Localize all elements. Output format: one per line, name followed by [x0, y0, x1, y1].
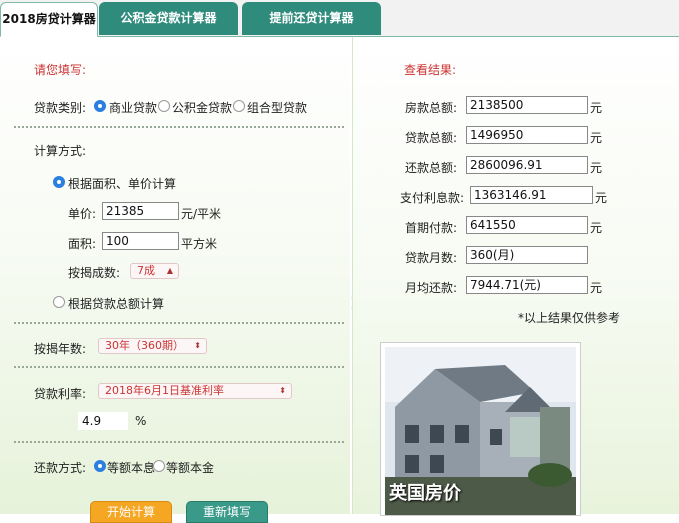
repay-label: 还款方式: — [34, 461, 87, 475]
result-unit: 元 — [590, 281, 603, 295]
result-repay-total: 2860096.91 — [466, 156, 588, 174]
tab-bar: 2018房贷计算器 公积金贷款计算器 提前还贷计算器 — [0, 0, 679, 37]
rate-label: 贷款利率: — [34, 387, 87, 401]
unit-price-input[interactable]: 21385 — [102, 202, 179, 220]
loan-type-combined-label[interactable]: 组合型贷款 — [247, 99, 307, 116]
divider — [14, 126, 344, 128]
rate-number-input[interactable]: 4.9 — [78, 412, 128, 430]
years-select[interactable]: 30年（360期） ⬍ — [98, 338, 207, 354]
method-area-radio[interactable] — [53, 176, 65, 188]
divider — [14, 366, 344, 368]
area-unit: 平方米 — [181, 237, 218, 251]
divider — [14, 322, 344, 324]
result-monthly-payment: 7944.71(元) — [466, 276, 588, 294]
result-label-loan-total: 贷款总额: — [405, 131, 458, 145]
rate-select-value: 2018年6月1日基准利率 — [105, 384, 224, 397]
repay-equal-principal-radio[interactable] — [153, 460, 165, 472]
result-unit: 元 — [590, 131, 603, 145]
result-down-payment: 641550 — [466, 216, 588, 234]
ratio-select[interactable]: 7成 ▲ — [130, 263, 179, 279]
years-select-value: 30年（360期） — [105, 339, 184, 352]
result-interest: 1363146.91 — [470, 186, 593, 204]
calculate-button[interactable]: 开始计算 — [90, 501, 172, 523]
form-title: 请您填写: — [34, 63, 87, 77]
loan-type-label: 贷款类别: — [34, 101, 87, 115]
uk-house-price-ad[interactable]: 英国房价 — [380, 342, 581, 516]
results-title: 查看结果: — [404, 63, 457, 77]
area-label: 面积: — [68, 237, 97, 251]
result-months: 360(月) — [466, 246, 588, 264]
repay-equal-installment-label[interactable]: 等额本息 — [107, 459, 155, 476]
loan-type-combined-radio[interactable] — [233, 100, 245, 112]
loan-type-fund-radio[interactable] — [158, 100, 170, 112]
loan-type-commercial-label[interactable]: 商业贷款 — [109, 99, 157, 116]
tab-prepayment-calculator[interactable]: 提前还贷计算器 — [242, 2, 381, 35]
tab-mortgage-calculator[interactable]: 2018房贷计算器 — [0, 2, 98, 37]
updown-arrow-icon: ⬍ — [194, 341, 201, 350]
method-total-radio[interactable] — [53, 296, 65, 308]
calc-method-label: 计算方式: — [34, 144, 87, 158]
result-label-house-total: 房款总额: — [405, 101, 458, 115]
result-house-total: 2138500 — [466, 96, 588, 114]
divider — [14, 441, 344, 443]
repay-equal-installment-radio[interactable] — [94, 460, 106, 472]
repay-equal-principal-label[interactable]: 等额本金 — [166, 459, 214, 476]
result-label-monthly-payment: 月均还款: — [405, 281, 458, 295]
reset-button[interactable]: 重新填写 — [186, 501, 268, 523]
results-note: *以上结果仅供参考 — [518, 311, 621, 325]
updown-arrow-icon: ▲ — [166, 266, 173, 275]
rate-select[interactable]: 2018年6月1日基准利率 ⬍ — [98, 383, 292, 399]
result-label-months: 贷款月数: — [405, 251, 458, 265]
result-unit: 元 — [590, 101, 603, 115]
area-input[interactable]: 100 — [102, 232, 179, 250]
years-label: 按揭年数: — [34, 342, 87, 356]
unit-price-label: 单价: — [68, 207, 97, 221]
result-loan-total: 1496950 — [466, 126, 588, 144]
ratio-label: 按揭成数: — [68, 266, 121, 280]
ratio-select-value: 7成 — [137, 264, 155, 277]
method-area-label[interactable]: 根据面积、单价计算 — [68, 175, 176, 192]
result-label-down-payment: 首期付款: — [405, 221, 458, 235]
result-label-repay-total: 还款总额: — [405, 161, 458, 175]
loan-type-fund-label[interactable]: 公积金贷款 — [172, 99, 232, 116]
ad-caption: 英国房价 — [389, 483, 461, 504]
rate-unit: % — [135, 414, 147, 428]
result-unit: 元 — [590, 161, 603, 175]
tab-fund-loan-calculator[interactable]: 公积金贷款计算器 — [99, 2, 238, 35]
unit-price-unit: 元/平米 — [181, 207, 222, 221]
result-unit: 元 — [595, 191, 608, 205]
result-label-interest: 支付利息款: — [400, 191, 465, 205]
result-unit: 元 — [590, 221, 603, 235]
method-total-label[interactable]: 根据贷款总额计算 — [68, 295, 164, 312]
loan-type-commercial-radio[interactable] — [94, 100, 106, 112]
updown-arrow-icon: ⬍ — [279, 386, 286, 395]
